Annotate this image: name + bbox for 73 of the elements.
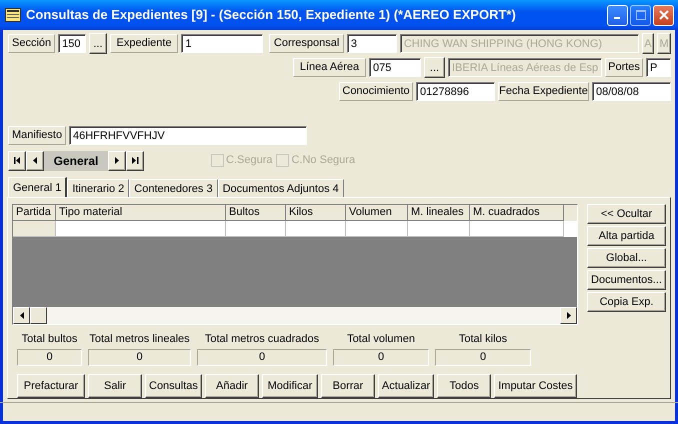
total-value: 0 [435, 348, 531, 366]
action-button[interactable]: Imputar Costes [494, 374, 577, 398]
table-cell[interactable] [226, 221, 286, 237]
next-icon [113, 156, 121, 165]
tab[interactable]: General 1 [8, 177, 68, 197]
next-button[interactable] [108, 150, 126, 170]
total-label: Total bultos [22, 332, 78, 347]
scroll-left-icon[interactable] [20, 312, 24, 319]
field-label: Corresponsal [269, 34, 344, 53]
action-button[interactable]: Todos [437, 374, 492, 398]
table-cell[interactable] [56, 221, 226, 237]
input-field[interactable]: 01278896 [416, 82, 495, 101]
action-button[interactable]: Prefacturar [17, 374, 85, 398]
app-icon [5, 8, 21, 22]
field-label: Manifiesto [8, 126, 66, 145]
previous-button[interactable] [26, 150, 44, 170]
input-field[interactable]: 1 [181, 34, 264, 53]
minimize-button[interactable] [607, 4, 628, 26]
action-button[interactable]: Modificar [262, 374, 318, 398]
table-cell[interactable] [346, 221, 408, 237]
field-label: Expediente [110, 34, 178, 53]
last-button[interactable] [126, 150, 144, 170]
total-label: Total volumen [347, 332, 415, 347]
table-cell[interactable] [408, 221, 470, 237]
total-label: Total metros lineales [89, 332, 190, 347]
navigator-label: General [44, 150, 108, 170]
tab[interactable]: Itinerario 2 [67, 179, 130, 197]
browse-button[interactable]: ... [424, 57, 445, 78]
input-field[interactable]: 08/08/08 [592, 82, 671, 101]
table-cell[interactable] [470, 221, 564, 237]
table-cell[interactable] [286, 221, 346, 237]
close-icon [658, 10, 668, 20]
horizontal-scrollbar[interactable] [13, 307, 577, 324]
side-button[interactable]: Alta partida [587, 226, 666, 246]
side-button[interactable]: Documentos... [587, 270, 666, 290]
side-button[interactable]: Global... [587, 248, 666, 268]
field-label: Fecha Expediente [498, 82, 589, 101]
close-button[interactable] [653, 4, 674, 26]
total-value: 0 [17, 348, 82, 366]
window-title: Consultas de Expedientes [9] - (Sección 150, Expediente 1) (*AEREO EXPORT*) [26, 6, 517, 24]
input-field[interactable]: P [646, 58, 671, 77]
last-icon [131, 156, 139, 165]
total-value: 0 [197, 348, 327, 366]
input-field[interactable]: 075 [369, 58, 421, 77]
action-button[interactable]: Añadir [204, 374, 259, 398]
field-label: Línea Aérea [293, 58, 366, 77]
total-label: Total kilos [458, 332, 508, 347]
total-value: 0 [333, 348, 429, 366]
field-label: Conocimiento [339, 82, 413, 101]
side-button[interactable]: Copia Exp. [587, 292, 666, 312]
previous-icon [31, 156, 39, 165]
maximize-button[interactable] [630, 4, 651, 26]
action-button[interactable]: Borrar [320, 374, 375, 398]
action-button[interactable]: Consultas [145, 374, 202, 398]
action-button[interactable]: Actualizar [378, 374, 434, 398]
scroll-thumb[interactable] [30, 307, 47, 324]
browse-button[interactable]: ... [89, 33, 107, 54]
tab[interactable]: Contenedores 3 [129, 179, 218, 197]
input-field[interactable]: 3 [346, 34, 397, 53]
field-label: Sección [8, 34, 56, 53]
table-cell[interactable] [13, 221, 56, 237]
input-field[interactable]: 150 [58, 34, 86, 53]
input-field[interactable]: 46HFRHFVVFHJV [69, 126, 307, 145]
first-button[interactable] [8, 150, 26, 170]
tab[interactable]: Documentos Adjuntos 4 [218, 179, 344, 197]
total-label: Total metros cuadrados [204, 332, 320, 347]
scroll-right-icon[interactable] [566, 312, 570, 319]
maximize-icon [636, 10, 646, 20]
first-icon [13, 156, 21, 165]
total-value: 0 [88, 348, 191, 366]
field-label: Portes [605, 58, 643, 77]
side-button[interactable]: << Ocultar [587, 204, 666, 224]
action-button[interactable]: Salir [88, 374, 142, 398]
